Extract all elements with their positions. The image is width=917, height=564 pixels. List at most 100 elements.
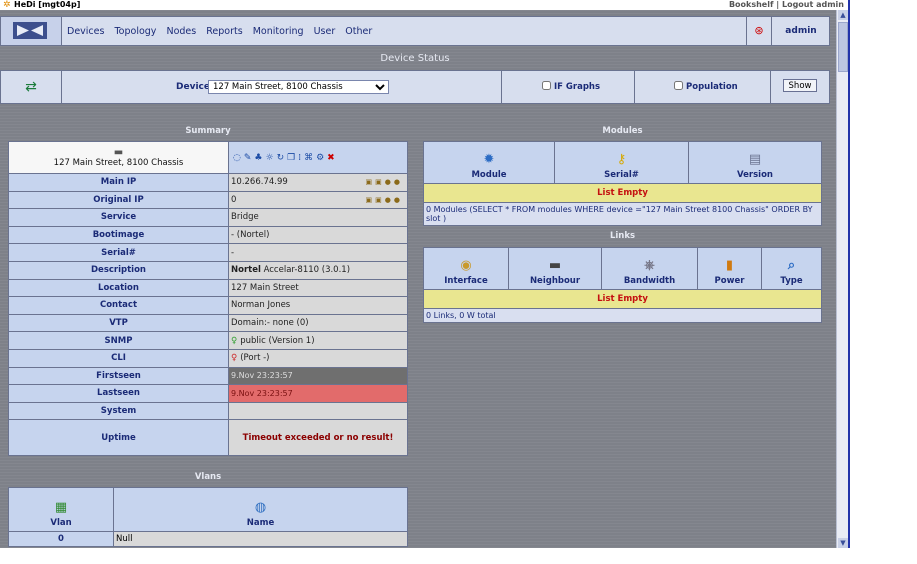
divider xyxy=(501,71,502,103)
module-header-label: Module xyxy=(471,170,507,180)
location-value: 127 Main Street xyxy=(228,278,408,298)
links-table: ◉ Interface ▬ Neighbour ⎈ Bandwidth ▮ Power … xyxy=(423,247,822,323)
device-name: 127 Main Street, 8100 Chassis xyxy=(53,158,184,168)
contact-value: Norman Jones xyxy=(228,296,408,315)
row-label: Lastseen xyxy=(8,384,229,403)
vlan-icon: ▦ xyxy=(54,500,68,515)
serial-header-label: Serial# xyxy=(604,170,639,180)
cli-value: ♀ (Port -) xyxy=(228,348,408,368)
bootimage-value: - (Nortel) xyxy=(228,225,408,245)
menu-reports[interactable]: Reports xyxy=(206,26,242,37)
table-row: Firstseen 9.Nov 23:23:57 xyxy=(8,366,408,386)
row-label: Original IP xyxy=(8,190,229,210)
row-label: Service xyxy=(8,208,229,227)
if-graphs-toggle[interactable]: IF Graphs xyxy=(542,81,600,92)
row-label: SNMP xyxy=(8,331,229,350)
device-name-cell: ▬ 127 Main Street, 8100 Chassis xyxy=(8,141,229,174)
show-button[interactable]: Show xyxy=(783,79,817,92)
row-label: Firstseen xyxy=(8,366,229,386)
snmp-status-icon: ♀ xyxy=(231,335,238,346)
ip-actions-icon[interactable]: ▣▣●● xyxy=(366,178,403,186)
app-logo-icon: ✲ xyxy=(3,0,11,10)
row-label: Serial# xyxy=(8,243,229,262)
magnifier-icon: ⌕ xyxy=(787,258,796,273)
plug-icon: ◉ xyxy=(460,258,472,273)
bulb-icon[interactable]: ☼ xyxy=(265,153,276,163)
refresh-icon[interactable]: ↻ xyxy=(277,153,288,163)
menu-topology[interactable]: Topology xyxy=(114,26,156,37)
population-checkbox[interactable] xyxy=(674,81,683,90)
vlan-number[interactable]: 0 xyxy=(8,531,114,547)
title-bar: ✲ HeDi [mgt04p] Bookshelf | Logout admin xyxy=(0,0,848,10)
modules-header: Modules xyxy=(602,126,643,136)
comment-icon[interactable]: ◌ xyxy=(233,153,244,163)
table-header-row: ▦ Vlan ◍ Name xyxy=(8,487,408,532)
alert-icon[interactable]: ⊛ xyxy=(746,17,772,45)
links-empty-message: List Empty xyxy=(423,289,822,309)
table-row: 0 Null xyxy=(8,531,408,547)
tools-icon[interactable]: ✎ xyxy=(244,153,255,163)
logout-link[interactable]: Logout admin xyxy=(782,0,844,9)
original-ip-value: 0 ▣▣●● xyxy=(228,190,408,210)
summary-table: ▬ 127 Main Street, 8100 Chassis ◌✎♣☼↻❐⁞⌘… xyxy=(8,141,408,457)
menu-user[interactable]: User xyxy=(314,26,336,37)
type-column-header[interactable]: ⌕ Type xyxy=(761,247,822,290)
logo[interactable] xyxy=(1,17,62,45)
modules-empty-message: List Empty xyxy=(423,183,822,203)
summary-header: Summary xyxy=(185,126,231,136)
snmp-text: public (Version 1) xyxy=(240,335,315,346)
bandwidth-column-header[interactable]: ⎈ Bandwidth xyxy=(601,247,698,290)
menu-other[interactable]: Other xyxy=(345,26,372,37)
battery-icon: ▮ xyxy=(725,258,734,273)
table-row: Location 127 Main Street xyxy=(8,278,408,298)
vlan-column-header[interactable]: ▦ Vlan xyxy=(8,487,114,532)
scroll-thumb[interactable] xyxy=(838,22,848,72)
menu: Devices Topology Nodes Reports Monitorin… xyxy=(67,26,379,37)
power-column-header[interactable]: ▮ Power xyxy=(697,247,762,290)
table-row: ▬ 127 Main Street, 8100 Chassis ◌✎♣☼↻❐⁞⌘… xyxy=(8,141,408,174)
settings-icon[interactable]: ⚙ xyxy=(316,153,327,163)
version-column-header[interactable]: ▤ Version xyxy=(688,141,822,184)
menu-monitoring[interactable]: Monitoring xyxy=(253,26,304,37)
population-toggle[interactable]: Population xyxy=(674,81,738,92)
vertical-scrollbar[interactable]: ▲ ▼ xyxy=(836,10,848,548)
device-network-icon[interactable]: ⇄ xyxy=(1,71,62,103)
cli-text: (Port -) xyxy=(240,353,270,364)
device-select[interactable]: 127 Main Street, 8100 Chassis xyxy=(208,80,389,94)
network-icon[interactable]: ⌘ xyxy=(304,153,316,163)
tree-icon[interactable]: ♣ xyxy=(254,153,265,163)
menu-devices[interactable]: Devices xyxy=(67,26,104,37)
delete-icon[interactable]: ✖ xyxy=(327,153,338,163)
table-row: List Empty xyxy=(423,289,822,309)
scroll-down-icon[interactable]: ▼ xyxy=(838,538,848,548)
interface-column-header[interactable]: ◉ Interface xyxy=(423,247,509,290)
user-name[interactable]: admin xyxy=(773,26,829,36)
original-ip-text: 0 xyxy=(231,194,237,205)
name-column-header[interactable]: ◍ Name xyxy=(113,487,408,532)
if-graphs-checkbox[interactable] xyxy=(542,81,551,90)
main-ip-value: 10.266.74.99 ▣▣●● xyxy=(228,173,408,192)
page-title: Device Status xyxy=(380,53,450,64)
cli-status-icon: ♀ xyxy=(231,353,238,364)
module-column-header[interactable]: ✹ Module xyxy=(423,141,555,184)
system-value xyxy=(228,401,408,421)
table-row: Service Bridge xyxy=(8,208,408,227)
main-ip-text[interactable]: 10.266.74.99 xyxy=(231,177,288,187)
row-label: System xyxy=(8,401,229,421)
switch-icon: ▬ xyxy=(548,258,562,273)
menu-nodes[interactable]: Nodes xyxy=(166,26,196,37)
bookshelf-link[interactable]: Bookshelf xyxy=(729,0,774,9)
table-header-row: ◉ Interface ▬ Neighbour ⎈ Bandwidth ▮ Power … xyxy=(423,247,822,290)
serial-column-header[interactable]: ⚷ Serial# xyxy=(554,141,689,184)
scroll-up-icon[interactable]: ▲ xyxy=(838,10,848,20)
device-label: Device xyxy=(176,82,210,92)
ip-actions-icon[interactable]: ▣▣●● xyxy=(366,196,403,204)
device-bar: ⇄ Device 127 Main Street, 8100 Chassis I… xyxy=(0,70,830,104)
neighbour-header-label: Neighbour xyxy=(529,276,581,286)
table-row: System xyxy=(8,401,408,421)
neighbour-column-header[interactable]: ▬ Neighbour xyxy=(508,247,602,290)
row-label: Uptime xyxy=(8,419,229,457)
copy-icon[interactable]: ❐ xyxy=(287,153,298,163)
table-row: Description Nortel Accelar-8110 (3.0.1) xyxy=(8,260,408,280)
divider xyxy=(634,71,635,103)
